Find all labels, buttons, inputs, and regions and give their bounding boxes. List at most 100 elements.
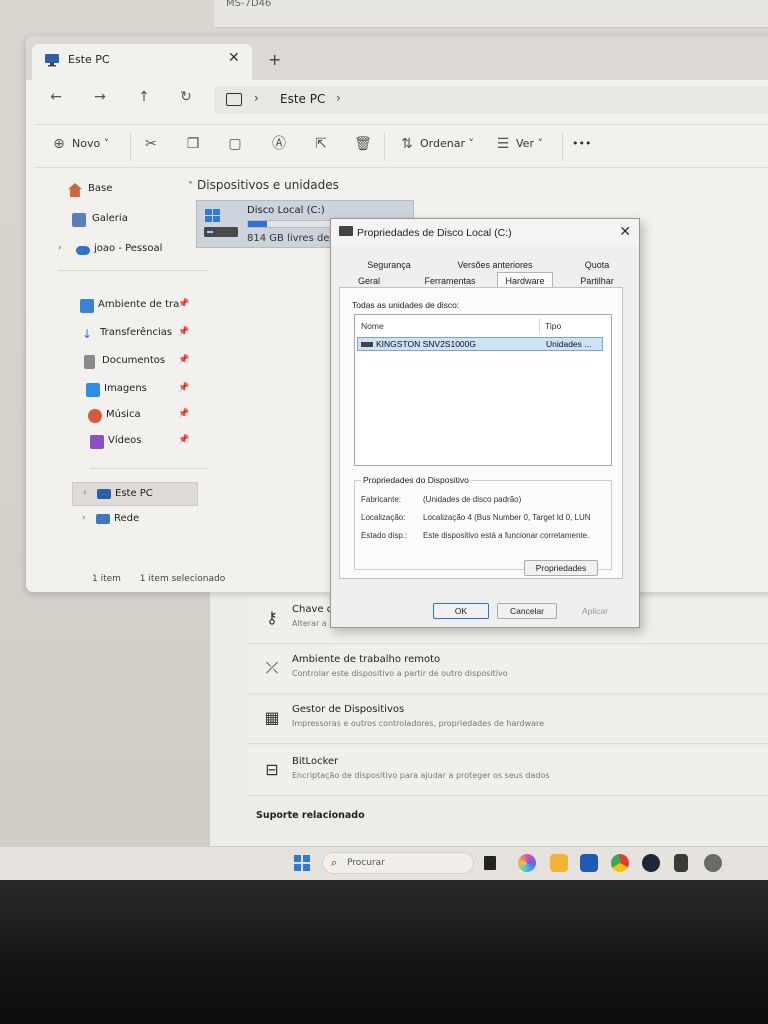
back-arrow-icon[interactable]: ← bbox=[46, 89, 66, 105]
table-row[interactable]: KINGSTON SNV2S1000G Unidades ... bbox=[357, 337, 603, 351]
breadcrumb[interactable]: Este PC bbox=[280, 92, 325, 106]
settings-card-remote-desktop[interactable]: ⤫ Ambiente de trabalho remoto Controlar … bbox=[248, 646, 768, 694]
gallery-icon bbox=[72, 213, 86, 227]
forward-arrow-icon[interactable]: → bbox=[90, 89, 110, 105]
tab-seguranca[interactable]: Segurança bbox=[359, 257, 419, 273]
properties-button[interactable]: Propriedades bbox=[524, 560, 598, 576]
steam-icon[interactable] bbox=[642, 854, 660, 872]
rename-icon[interactable]: Ⓐ bbox=[270, 135, 288, 153]
app-icon[interactable] bbox=[674, 854, 688, 872]
section-title-label: Dispositivos e unidades bbox=[197, 178, 339, 192]
column-header-type[interactable]: Tipo bbox=[545, 321, 561, 331]
ok-button[interactable]: OK bbox=[433, 603, 489, 619]
disk-properties-dialog: Propriedades de Disco Local (C:) ✕ Segur… bbox=[330, 218, 640, 628]
close-icon[interactable]: ✕ bbox=[619, 223, 631, 240]
view-button[interactable]: Ver ˅ bbox=[516, 137, 543, 150]
pin-icon[interactable]: 📌 bbox=[178, 383, 189, 393]
dialog-titlebar[interactable]: Propriedades de Disco Local (C:) ✕ bbox=[331, 219, 639, 245]
sidebar-item-videos[interactable]: Vídeos 📌 bbox=[38, 430, 208, 454]
sidebar-item-network[interactable]: › Rede bbox=[72, 508, 198, 532]
sidebar-item-pictures[interactable]: Imagens 📌 bbox=[38, 378, 208, 402]
new-button[interactable]: Novo ˅ bbox=[72, 137, 109, 150]
sidebar-item-documents[interactable]: Documentos 📌 bbox=[38, 350, 208, 374]
sidebar-item-galeria[interactable]: Galeria bbox=[38, 208, 208, 232]
settings-gear-icon[interactable] bbox=[704, 854, 722, 872]
chevron-right-icon[interactable]: › bbox=[254, 91, 259, 105]
sort-button[interactable]: Ordenar ˅ bbox=[420, 137, 474, 150]
remote-desktop-icon: ⤫ bbox=[265, 658, 279, 677]
cut-icon[interactable]: ✂ bbox=[142, 135, 160, 153]
taskbar-search[interactable]: ⌕ Procurar bbox=[322, 852, 474, 874]
address-bar[interactable]: › Este PC › bbox=[214, 86, 768, 114]
chrome-icon[interactable] bbox=[611, 854, 629, 872]
cancel-button[interactable]: Cancelar bbox=[497, 603, 557, 619]
sidebar-item-label: Transferências bbox=[100, 327, 173, 338]
toolbar-divider bbox=[562, 133, 563, 161]
settings-card-bitlocker[interactable]: ⊟ BitLocker Encriptação de dispositivo p… bbox=[248, 748, 768, 796]
disk-drive-icon bbox=[361, 342, 373, 347]
drive-icon bbox=[339, 226, 353, 236]
chevron-right-icon[interactable]: › bbox=[83, 488, 87, 498]
paste-icon[interactable]: ▢ bbox=[226, 135, 244, 153]
windows-start-icon[interactable] bbox=[294, 855, 310, 871]
prop-manufacturer: Fabricante: (Unidades de disco padrão) bbox=[361, 495, 611, 504]
file-explorer-icon[interactable] bbox=[550, 854, 568, 872]
chevron-right-icon[interactable]: › bbox=[336, 91, 341, 105]
microsoft-store-icon[interactable] bbox=[580, 854, 598, 872]
copy-icon[interactable]: ❐ bbox=[184, 135, 202, 153]
tab-versoes-anteriores[interactable]: Versões anteriores bbox=[453, 257, 537, 273]
pin-icon[interactable]: 📌 bbox=[178, 355, 189, 365]
sidebar-item-base[interactable]: Base bbox=[38, 178, 208, 202]
apply-button[interactable]: Aplicar bbox=[565, 603, 625, 619]
sidebar-item-label: Ambiente de tra bbox=[98, 299, 180, 310]
more-options-button[interactable]: ••• bbox=[572, 137, 591, 150]
explorer-tabbar: Este PC ✕ + bbox=[26, 36, 768, 80]
device-properties-group: Propriedades do Dispositivo Fabricante: (… bbox=[354, 475, 612, 570]
pictures-icon bbox=[86, 383, 100, 397]
copilot-icon[interactable] bbox=[518, 854, 536, 872]
drive-usage-fill bbox=[248, 221, 267, 227]
task-view-icon[interactable] bbox=[484, 856, 496, 870]
sidebar-item-onedrive[interactable]: › joao - Pessoal bbox=[38, 238, 208, 262]
view-button-label: Ver bbox=[516, 137, 534, 150]
tab-este-pc[interactable]: Este PC ✕ bbox=[32, 44, 252, 80]
chevron-right-icon[interactable]: › bbox=[82, 513, 86, 523]
sidebar-item-downloads[interactable]: ↓ Transferências 📌 bbox=[38, 322, 208, 346]
pin-icon[interactable]: 📌 bbox=[178, 409, 189, 419]
sidebar-item-desktop[interactable]: Ambiente de tra 📌 bbox=[38, 294, 208, 318]
chevron-right-icon[interactable]: › bbox=[58, 243, 62, 253]
pin-icon[interactable]: 📌 bbox=[178, 435, 189, 445]
prop-device-status: Estado disp.: Este dispositivo está a fun… bbox=[361, 531, 611, 540]
pin-icon[interactable]: 📌 bbox=[178, 299, 189, 309]
search-placeholder: Procurar bbox=[347, 858, 385, 868]
sidebar-item-music[interactable]: Música 📌 bbox=[38, 404, 208, 428]
share-icon[interactable]: ⇱ bbox=[312, 135, 330, 153]
new-button-label: Novo bbox=[72, 137, 101, 150]
prop-value: Este dispositivo está a funcionar corret… bbox=[423, 531, 590, 540]
pin-icon[interactable]: 📌 bbox=[178, 327, 189, 337]
hardware-tab-panel: Todas as unidades de disco: Nome Tipo KI… bbox=[339, 287, 623, 579]
sidebar-item-label: Este PC bbox=[115, 488, 153, 499]
devices-section-header[interactable]: ˅ Dispositivos e unidades bbox=[188, 178, 339, 192]
navigation-pane: Base Galeria › joao - Pessoal Ambiente d… bbox=[38, 176, 208, 576]
delete-icon[interactable]: 🗑 bbox=[354, 135, 372, 153]
sort-icon: ⇅ bbox=[401, 136, 413, 152]
sidebar-item-label: Rede bbox=[114, 513, 140, 524]
sidebar-item-this-pc[interactable]: › Este PC bbox=[72, 482, 198, 506]
refresh-icon[interactable]: ↻ bbox=[176, 89, 196, 105]
this-pc-icon bbox=[97, 489, 111, 499]
home-icon bbox=[68, 183, 82, 197]
disk-list[interactable]: Nome Tipo KINGSTON SNV2S1000G Unidades .… bbox=[354, 314, 612, 466]
tab-quota[interactable]: Quota bbox=[577, 257, 617, 273]
monitor-bezel bbox=[0, 880, 768, 1024]
settings-card-device-manager[interactable]: ▦ Gestor de Dispositivos Impressoras e o… bbox=[248, 696, 768, 744]
new-tab-button[interactable]: + bbox=[268, 50, 281, 69]
up-arrow-icon[interactable]: ↑ bbox=[134, 89, 154, 105]
selected-count: 1 item selecionado bbox=[139, 574, 226, 584]
column-header-name[interactable]: Nome bbox=[361, 321, 384, 331]
all-disks-label: Todas as unidades de disco: bbox=[352, 300, 460, 310]
close-tab-icon[interactable]: ✕ bbox=[228, 50, 240, 66]
column-divider[interactable] bbox=[539, 319, 540, 333]
settings-card-title: Gestor de Dispositivos bbox=[292, 704, 405, 715]
item-count: 1 item bbox=[92, 574, 121, 584]
